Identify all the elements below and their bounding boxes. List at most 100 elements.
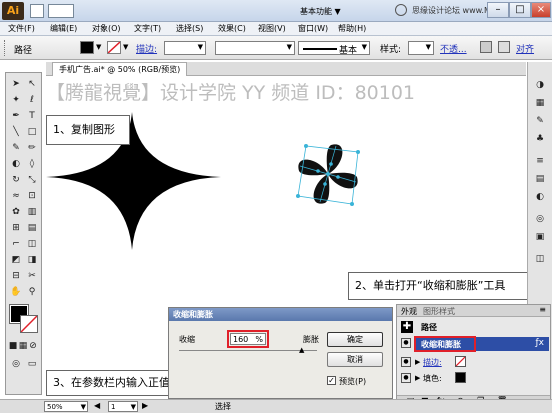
type-icon[interactable]: T [25, 109, 39, 123]
menu-edit[interactable]: 编辑(E) [50, 23, 77, 34]
menu-type[interactable]: 文字(T) [134, 23, 161, 34]
ok-button[interactable]: 确定 [327, 332, 383, 347]
preview-checkbox[interactable]: ✓ [327, 376, 336, 385]
rectangle-icon[interactable]: □ [25, 125, 39, 139]
menu-view[interactable]: 视图(V) [258, 23, 286, 34]
cancel-button[interactable]: 取消 [327, 352, 383, 367]
mesh-icon[interactable]: ⊞ [9, 221, 23, 235]
none-mode-icon[interactable]: ⊘ [28, 339, 38, 353]
search-icon[interactable] [395, 4, 407, 16]
appearance-panel-icon[interactable]: ◎ [533, 212, 547, 226]
pen-icon[interactable]: ✒ [9, 109, 23, 123]
zoom-field[interactable]: 50% ▼ [44, 401, 88, 412]
brush-select[interactable]: 基本 ▼ [298, 41, 370, 56]
gradient-panel-icon[interactable]: ▤ [533, 172, 547, 186]
recolor-icon[interactable] [480, 41, 492, 53]
lasso-icon[interactable]: ℓ [25, 93, 39, 107]
visibility-eye-icon[interactable]: ● [401, 338, 411, 348]
style-swatch[interactable]: ▼ [408, 41, 434, 55]
effect-label[interactable]: 收缩和膨胀 [421, 339, 461, 350]
bridge-icon[interactable] [30, 4, 44, 18]
stroke-expand-icon[interactable]: ▶ [415, 358, 420, 366]
variable-width-select[interactable]: ▼ [215, 41, 295, 55]
stroke-row-label[interactable]: 描边: [423, 357, 442, 368]
panel-menu-icon[interactable]: ≡ [539, 305, 546, 314]
stroke-weight-field[interactable]: ▼ [164, 41, 206, 55]
fill-row-label[interactable]: 填色: [423, 373, 442, 384]
close-button[interactable]: × [531, 2, 551, 18]
hand-icon[interactable]: ✋ [9, 285, 23, 299]
rotate-icon[interactable]: ↻ [9, 173, 23, 187]
stroke-color-box[interactable] [20, 315, 38, 333]
swatches-panel-icon[interactable]: ▦ [533, 96, 547, 110]
symbol-sprayer-icon[interactable]: ✿ [9, 205, 23, 219]
fill-eye-icon[interactable]: ● [401, 373, 411, 383]
menu-help[interactable]: 帮助(H) [338, 23, 366, 34]
symbols-panel-icon[interactable]: ♣ [533, 132, 547, 146]
pucker-bloat-dialog: 收缩和膨胀 收缩 160 % 膨胀 ▲ 确定 取消 ✓ 预览(P) [168, 307, 393, 399]
gradient-icon[interactable]: ▤ [25, 221, 39, 235]
menu-file[interactable]: 文件(F) [8, 23, 35, 34]
screen-mode-icon[interactable]: ▭ [25, 357, 39, 371]
eraser-icon[interactable]: ◊ [25, 157, 39, 171]
amount-slider-thumb[interactable]: ▲ [299, 346, 304, 354]
fill-dropdown-icon[interactable]: ▼ [96, 43, 101, 51]
bloat-label: 膨胀 [303, 335, 319, 344]
layers-panel-icon[interactable]: ◫ [533, 252, 547, 266]
tab-appearance[interactable]: 外观 [401, 306, 417, 317]
stroke-eye-icon[interactable]: ● [401, 357, 411, 367]
direct-selection-icon[interactable]: ↖ [25, 77, 39, 91]
column-graph-icon[interactable]: ▥ [25, 205, 39, 219]
fill-row-swatch[interactable] [455, 372, 466, 383]
fill-swatch[interactable] [80, 41, 94, 54]
live-paint-select-icon[interactable]: ◨ [25, 253, 39, 267]
color-panel-icon[interactable]: ◑ [533, 78, 547, 92]
scale-icon[interactable]: ⤡ [25, 173, 39, 187]
blob-brush-icon[interactable]: ◐ [9, 157, 23, 171]
brushes-panel-icon[interactable]: ✎ [533, 114, 547, 128]
artboard-field[interactable]: 1 ▼ [108, 401, 138, 412]
eyedropper-icon[interactable]: ⌐ [9, 237, 23, 251]
live-paint-icon[interactable]: ◩ [9, 253, 23, 267]
selection-tool-icon[interactable]: ➤ [9, 77, 23, 91]
stroke-panel-icon[interactable]: ≡ [533, 154, 547, 168]
isolate-icon[interactable] [498, 41, 510, 53]
menu-object[interactable]: 对象(O) [92, 23, 121, 34]
slice-icon[interactable]: ✂ [25, 269, 39, 283]
gradient-mode-icon[interactable]: ▦ [18, 339, 28, 353]
stroke-link[interactable]: 描边: [136, 42, 157, 55]
next-artboard-icon[interactable]: ▶ [142, 401, 148, 410]
paintbrush-icon[interactable]: ✎ [9, 141, 23, 155]
opacity-link[interactable]: 不透... [440, 42, 467, 55]
line-icon[interactable]: ╲ [9, 125, 23, 139]
tab-graphic-styles[interactable]: 图形样式 [423, 306, 455, 317]
pencil-icon[interactable]: ✏ [25, 141, 39, 155]
warp-icon[interactable]: ≈ [9, 189, 23, 203]
magic-wand-icon[interactable]: ✦ [9, 93, 23, 107]
draw-normal-icon[interactable]: ◎ [9, 357, 23, 371]
workspace-switcher[interactable]: 基本功能 ▼ [300, 6, 341, 17]
color-mode-icon[interactable]: ■ [8, 339, 18, 353]
menu-effect[interactable]: 效果(C) [218, 23, 246, 34]
maximize-button[interactable]: □ [509, 2, 531, 18]
transparency-panel-icon[interactable]: ◐ [533, 190, 547, 204]
amount-slider-track[interactable] [179, 350, 317, 351]
document-tab[interactable]: 手机广告.ai* @ 50% (RGB/预览) [52, 62, 188, 76]
free-transform-icon[interactable]: ⊡ [25, 189, 39, 203]
minimize-button[interactable]: – [487, 2, 509, 18]
stroke-dropdown-icon[interactable]: ▼ [123, 43, 128, 51]
stroke-row-swatch[interactable] [455, 356, 466, 367]
arrange-docs-icon[interactable] [48, 4, 74, 18]
blend-icon[interactable]: ◫ [25, 237, 39, 251]
menu-window[interactable]: 窗口(W) [298, 23, 328, 34]
fill-expand-icon[interactable]: ▶ [415, 374, 420, 382]
amount-input[interactable]: 160 % [230, 333, 266, 345]
stroke-swatch[interactable] [107, 41, 121, 54]
prev-artboard-icon[interactable]: ◀ [94, 401, 100, 410]
zoom-icon[interactable]: ⚲ [25, 285, 39, 299]
graphic-styles-icon[interactable]: ▣ [533, 230, 547, 244]
fx-icon[interactable]: ƒx [536, 338, 545, 348]
align-link[interactable]: 对齐 [516, 42, 534, 55]
menu-select[interactable]: 选择(S) [176, 23, 203, 34]
artboard-icon[interactable]: ⊟ [9, 269, 23, 283]
